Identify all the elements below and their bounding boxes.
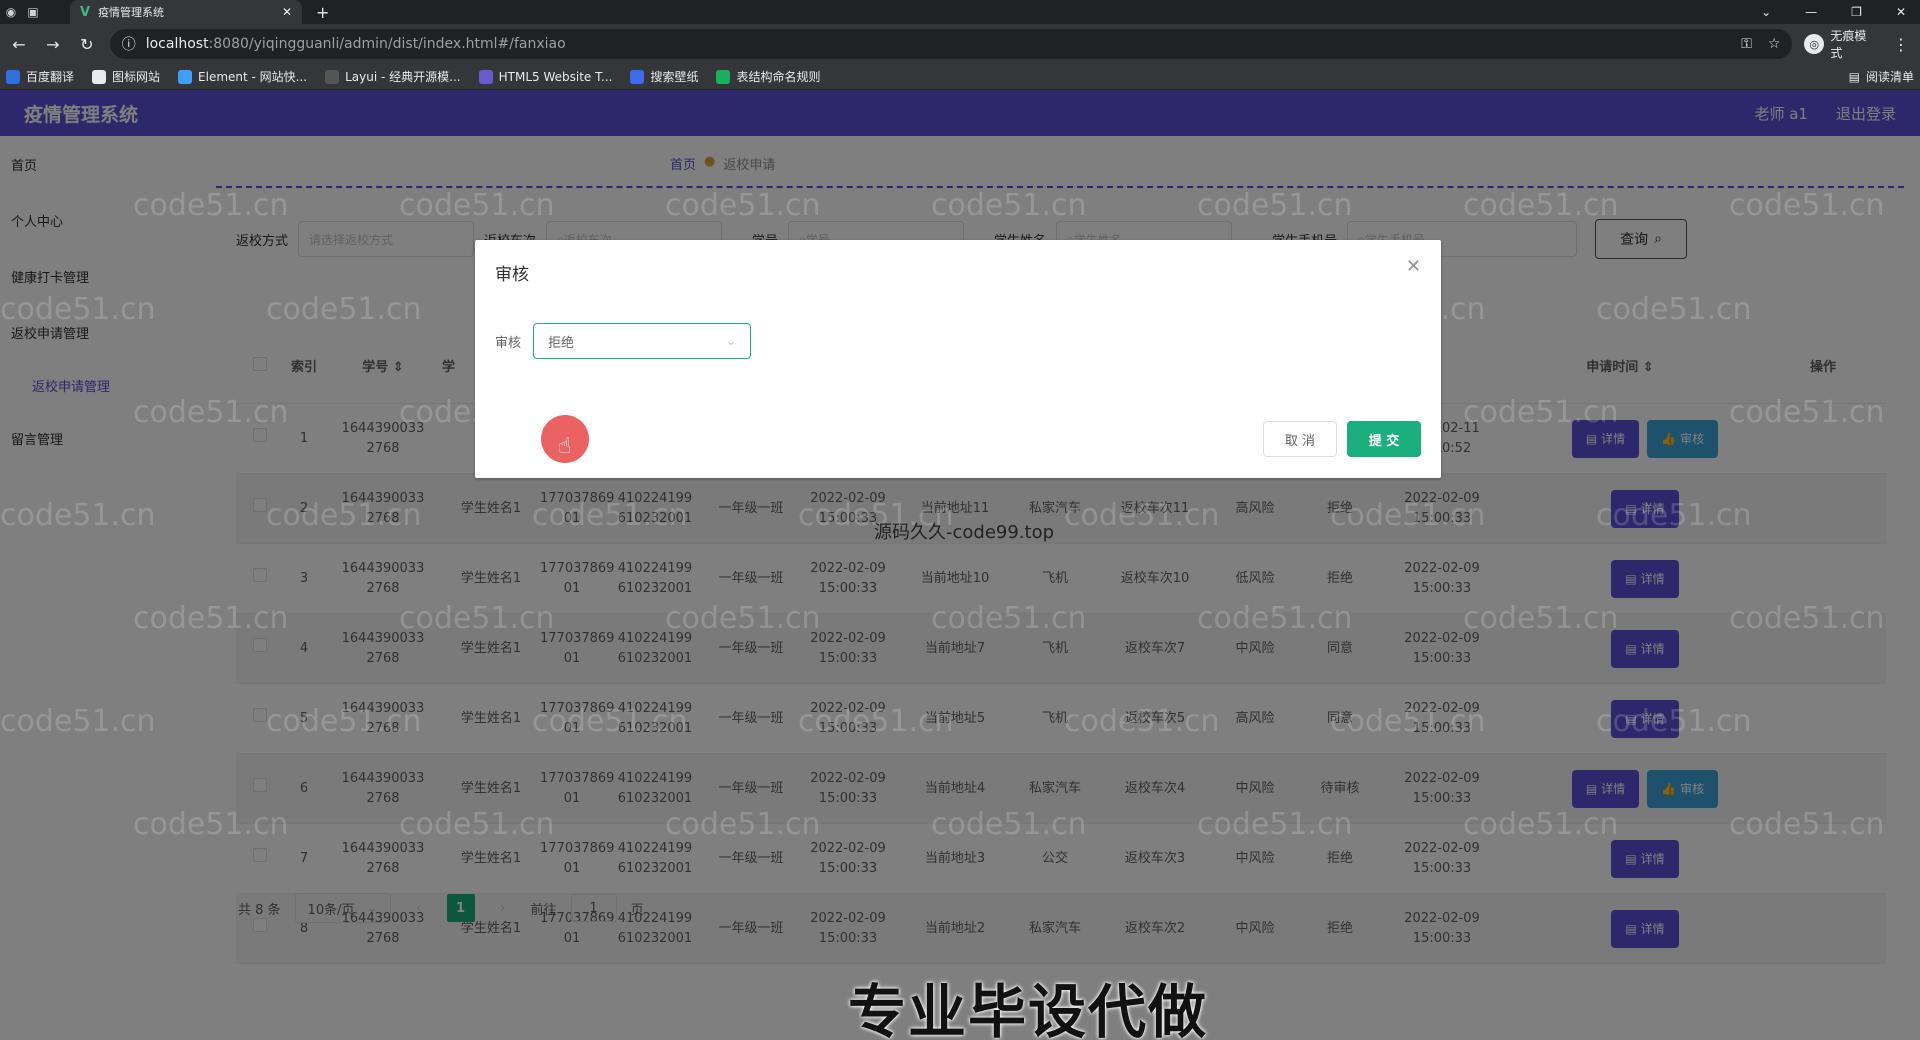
flag-icon [92,69,107,84]
reading-list[interactable]: ▤ 阅读清单 [1849,68,1914,85]
wallpaper-icon [630,69,645,84]
site-info-icon[interactable]: ⓘ [122,34,136,54]
browser-menu-icon[interactable]: ◉ [0,0,22,24]
tab-list-icon[interactable]: ⌄ [1761,5,1771,19]
tab-close-icon[interactable]: ✕ [282,5,292,19]
audit-select-value: 拒绝 [548,335,575,351]
source-watermark: 源码久久-code99.top [874,522,1055,543]
audit-result-select[interactable]: 拒绝 ⌄ [533,323,752,359]
modal-overlay[interactable] [0,90,1920,1040]
url-path: :8080/yiqingguanli/admin/dist/index.html… [208,36,566,52]
translate-icon [6,69,20,84]
key-icon[interactable]: ⚿ [1741,36,1752,52]
reading-list-icon: ▤ [1848,69,1860,84]
url-host: localhost [145,36,209,52]
sheet-icon [716,69,731,84]
dialog-footer: 取 消 提 交 [1263,421,1421,457]
tab-title: 疫情管理系统 [98,6,165,19]
tab-search-icon[interactable]: ▣ [22,0,44,24]
dialog-title: 审核 [495,265,529,285]
bookmark-item[interactable]: 百度翻译 [6,68,74,85]
hand-cursor-icon: ☝ [558,434,572,459]
bookmarks-bar: 百度翻译 图标网站 Element - 网站快... Layui - 经典开源模… [0,64,1920,90]
window-controls: ⌄ — ❐ ✕ [1761,5,1920,19]
address-bar[interactable]: ⓘ localhost:8080/yiqingguanli/admin/dist… [109,29,1793,59]
audit-form: 审核 拒绝 ⌄ [495,323,752,359]
bookmark-star-icon[interactable]: ☆ [1768,36,1781,52]
browser-more-icon[interactable]: ⋮ [1890,35,1912,54]
cancel-button[interactable]: 取 消 [1263,421,1337,457]
browser-toolbar: ← → ↻ ⓘ localhost:8080/yiqingguanli/admi… [0,24,1920,64]
chevron-down-icon: ⌄ [725,334,737,348]
incognito-profile[interactable]: ◎ 无痕模式 [1804,27,1878,61]
browser-tab-strip: ◉ ▣ V 疫情管理系统 ✕ + ⌄ — ❐ ✕ [0,0,1920,24]
bookmark-item[interactable]: 表结构命名规则 [716,68,820,85]
reload-icon[interactable]: ↻ [76,35,98,54]
vue-favicon-icon: V [80,4,91,20]
audit-dialog: 审核 ✕ 审核 拒绝 ⌄ 取 消 提 交 [475,240,1441,478]
browser-tab[interactable]: V 疫情管理系统 ✕ [70,0,302,24]
window-close-icon[interactable]: ✕ [1896,5,1906,19]
audit-field-label: 审核 [495,335,522,351]
minimize-icon[interactable]: — [1805,5,1817,19]
bookmark-item[interactable]: 搜索壁纸 [630,68,698,85]
bookmark-item[interactable]: Element - 网站快... [178,68,307,85]
incognito-icon: ◎ [1804,34,1825,54]
html5-icon [478,69,493,84]
bookmark-item[interactable]: 图标网站 [92,68,160,85]
element-icon [178,69,193,84]
layui-icon [325,69,340,84]
bookmark-item[interactable]: HTML5 Website T... [478,69,612,84]
video-caption: 专业毕设代做 [848,978,1209,1040]
new-tab-icon[interactable]: + [316,3,329,22]
submit-button[interactable]: 提 交 [1347,421,1421,457]
back-icon[interactable]: ← [8,35,30,54]
restore-icon[interactable]: ❐ [1851,5,1862,19]
bookmark-item[interactable]: Layui - 经典开源模... [325,68,461,85]
dialog-close-icon[interactable]: ✕ [1406,256,1421,277]
profile-label: 无痕模式 [1830,29,1867,60]
forward-icon[interactable]: → [42,35,64,54]
